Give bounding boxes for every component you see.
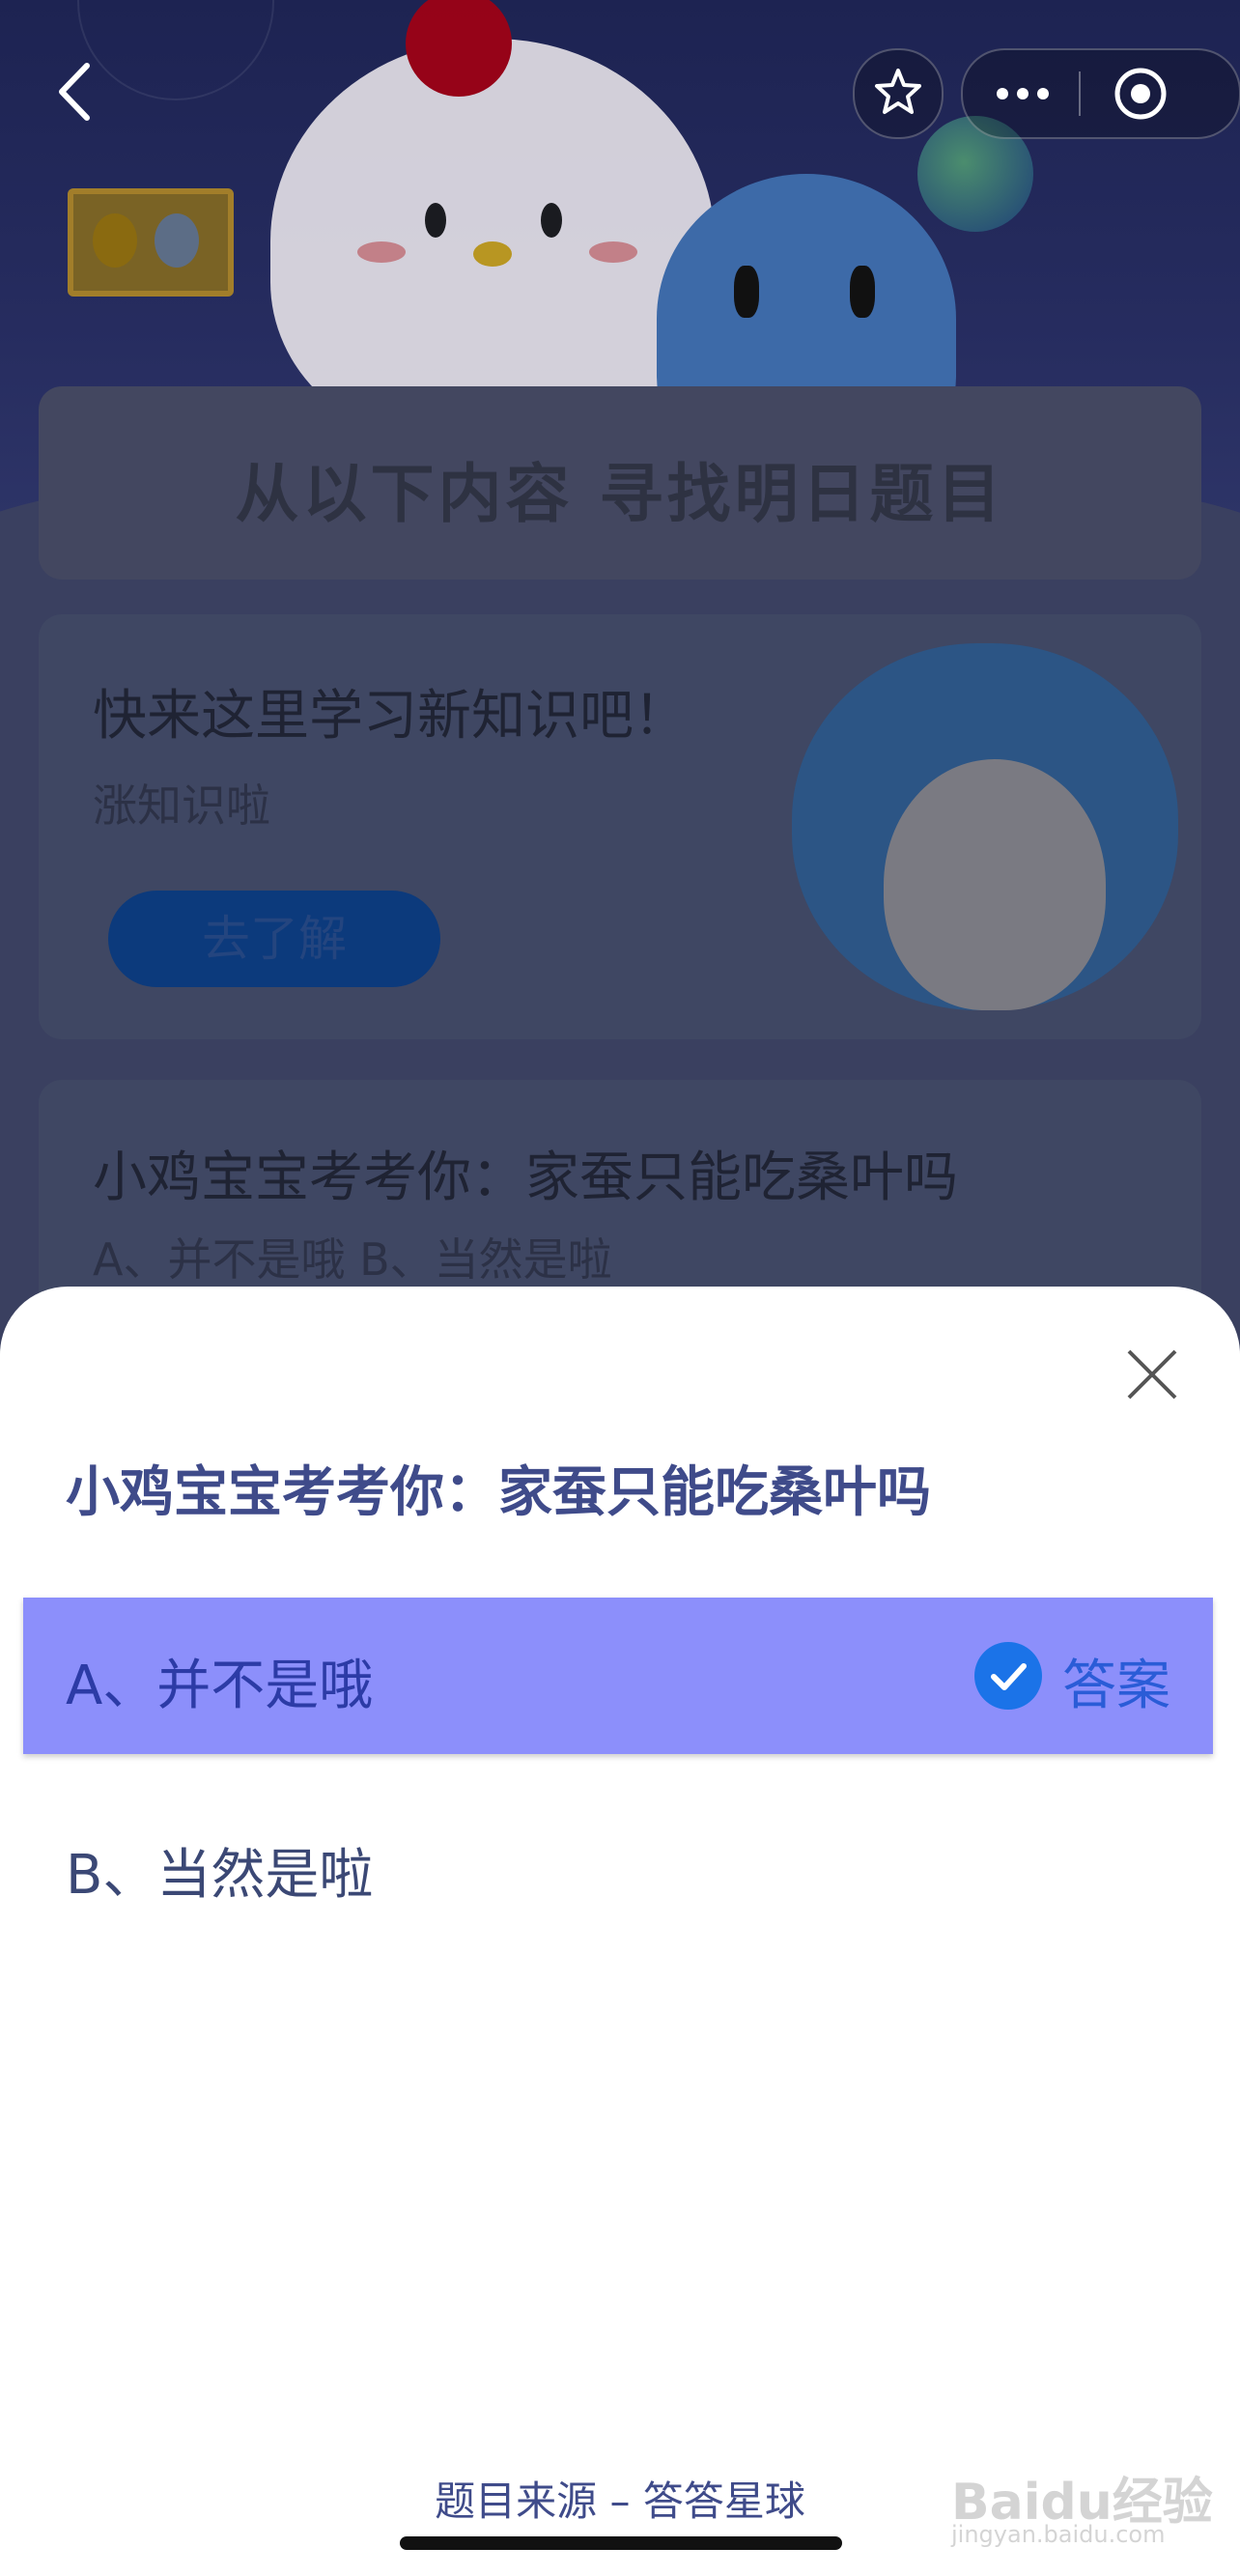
option-a[interactable]: A、并不是哦 答案 [23, 1598, 1213, 1754]
close-button[interactable] [1125, 1347, 1179, 1401]
answer-tag: 答案 [1062, 1655, 1170, 1717]
learn-card-title: 快来这里学习新知识吧！ [93, 685, 688, 748]
option-a-label: A、并不是哦 [66, 1655, 374, 1717]
back-button[interactable] [48, 58, 106, 126]
planet-decoration [77, 0, 274, 100]
learn-more-button[interactable]: 去了解 [108, 891, 440, 987]
mini-program-capsule [961, 48, 1240, 139]
quiz-card-options: A、并不是哦 B、当然是啦 [93, 1233, 612, 1286]
learn-card-subtitle: 涨知识啦 [93, 779, 270, 832]
section-title: 从以下内容 寻找明日题目 [235, 457, 1005, 531]
more-dots-icon[interactable] [994, 79, 1052, 108]
home-indicator[interactable] [400, 2536, 842, 2550]
check-circle-icon [974, 1642, 1042, 1710]
target-icon[interactable] [1112, 65, 1170, 123]
reading-chick-illustration [884, 759, 1106, 1010]
question-text: 小鸡宝宝考考你：家蚕只能吃桑叶吗 [66, 1461, 931, 1524]
chick-mascot [270, 0, 715, 444]
learn-card: 快来这里学习新知识吧！ 涨知识啦 去了解 [39, 614, 1201, 1039]
medal-frame-icon [68, 188, 234, 297]
chevron-left-icon [59, 63, 90, 121]
watermark-url: jingyan.baidu.com [951, 2521, 1166, 2548]
quiz-card-title: 小鸡宝宝考考你：家蚕只能吃桑叶吗 [93, 1146, 958, 1209]
star-icon [875, 69, 921, 114]
close-icon [1127, 1349, 1177, 1400]
option-b[interactable]: B、当然是啦 [66, 1831, 373, 1910]
favorite-button[interactable] [853, 48, 944, 139]
